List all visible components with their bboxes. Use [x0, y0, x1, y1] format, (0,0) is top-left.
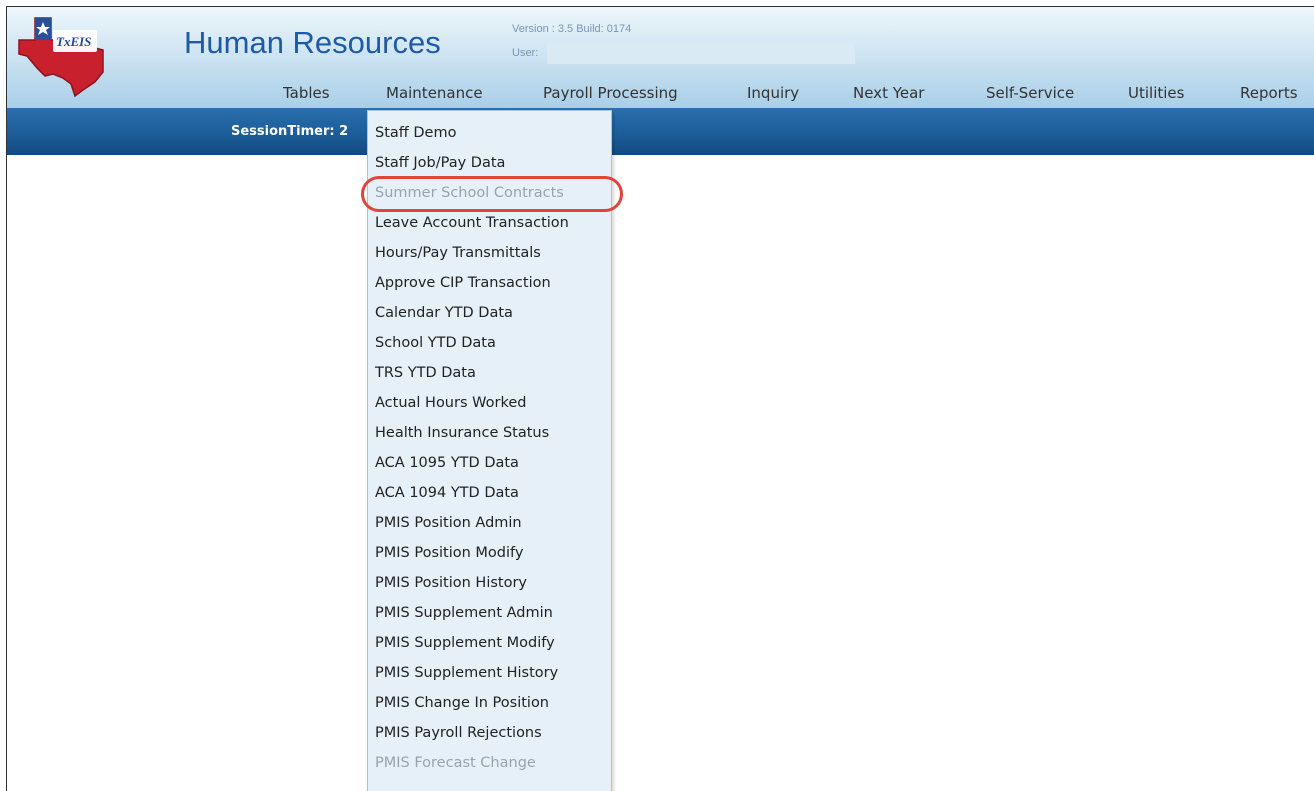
menu-item-aca-1095-ytd-data[interactable]: ACA 1095 YTD Data	[375, 455, 519, 471]
menu-item-hours-pay-transmittals[interactable]: Hours/Pay Transmittals	[375, 245, 541, 261]
menu-item-trs-ytd-data[interactable]: TRS YTD Data	[375, 365, 476, 381]
menu-item-health-insurance-status[interactable]: Health Insurance Status	[375, 425, 549, 441]
user-value	[547, 43, 855, 64]
menu-item-summer-school-contracts: Summer School Contracts	[361, 176, 623, 212]
menu-item-pmis-position-history[interactable]: PMIS Position History	[375, 575, 527, 591]
menu-item-pmis-position-modify[interactable]: PMIS Position Modify	[375, 545, 523, 561]
menu-item-actual-hours-worked[interactable]: Actual Hours Worked	[375, 395, 526, 411]
menu-item-approve-cip-transaction[interactable]: Approve CIP Transaction	[375, 275, 551, 291]
menu-item-pmis-position-admin[interactable]: PMIS Position Admin	[375, 515, 522, 531]
menu-item-school-ytd-data[interactable]: School YTD Data	[375, 335, 496, 351]
user-label: User:	[512, 47, 539, 59]
app-title: Human Resources	[184, 25, 441, 60]
nav-next-year[interactable]: Next Year	[853, 84, 924, 102]
maintenance-dropdown-menu: Staff Demo Staff Job/Pay Data Summer Sch…	[361, 110, 623, 791]
menu-item-pmis-supplement-admin[interactable]: PMIS Supplement Admin	[375, 605, 553, 621]
menu-item-calendar-ytd-data[interactable]: Calendar YTD Data	[375, 305, 513, 321]
menu-item-pmis-supplement-history[interactable]: PMIS Supplement History	[375, 665, 558, 681]
nav-utilities[interactable]: Utilities	[1128, 84, 1184, 102]
session-timer: SessionTimer: 2	[231, 124, 349, 139]
menu-item-leave-account-transaction[interactable]: Leave Account Transaction	[375, 215, 569, 231]
nav-maintenance[interactable]: Maintenance	[386, 84, 483, 102]
app-window: TxEIS Human Resources Version : 3.5 Buil…	[6, 6, 1314, 791]
highlight-annotation	[361, 176, 623, 212]
menu-item-pmis-supplement-modify[interactable]: PMIS Supplement Modify	[375, 635, 555, 651]
header: TxEIS Human Resources Version : 3.5 Buil…	[7, 7, 1314, 108]
menu-item-staff-demo[interactable]: Staff Demo	[375, 125, 456, 141]
menu-item-pmis-forecast-change: PMIS Forecast Change	[375, 755, 536, 771]
nav-tables[interactable]: Tables	[283, 84, 330, 102]
logo-text: TxEIS	[56, 34, 91, 49]
nav-self-service[interactable]: Self-Service	[986, 84, 1074, 102]
session-bar: SessionTimer: 2	[7, 108, 1314, 155]
nav-payroll-processing[interactable]: Payroll Processing	[543, 84, 678, 102]
txeis-logo[interactable]: TxEIS	[15, 10, 107, 100]
menu-item-aca-1094-ytd-data[interactable]: ACA 1094 YTD Data	[375, 485, 519, 501]
menu-item-pmis-payroll-rejections[interactable]: PMIS Payroll Rejections	[375, 725, 542, 741]
menu-item-staff-job-pay-data[interactable]: Staff Job/Pay Data	[375, 155, 505, 171]
nav-inquiry[interactable]: Inquiry	[747, 84, 799, 102]
nav-reports[interactable]: Reports	[1240, 84, 1298, 102]
menu-item-pmis-change-in-position[interactable]: PMIS Change In Position	[375, 695, 549, 711]
version-info: Version : 3.5 Build: 0174	[512, 23, 632, 35]
